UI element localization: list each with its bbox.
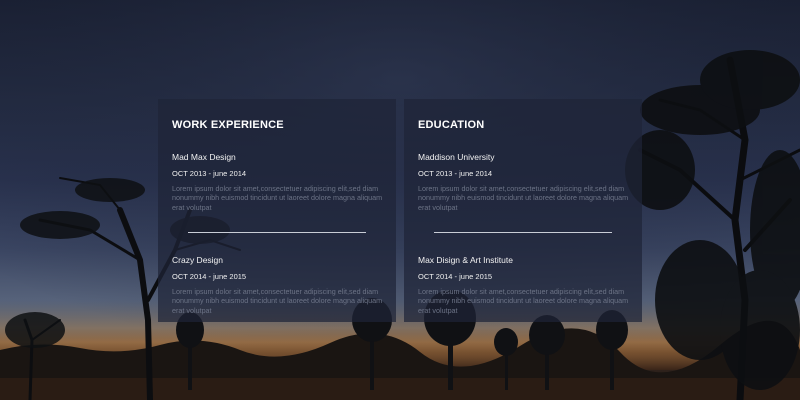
work-experience-panel: WORK EXPERIENCE Mad Max Design OCT 2013 …	[158, 99, 396, 322]
work-entry-period: OCT 2014 - june 2015	[172, 272, 247, 281]
work-entry: Mad Max Design OCT 2013 - june 2014 Lore…	[172, 152, 384, 212]
education-entry: Max Disign & Art Institute OCT 2014 - ju…	[418, 255, 630, 315]
resume-panels: WORK EXPERIENCE Mad Max Design OCT 2013 …	[158, 99, 642, 322]
work-experience-heading: WORK EXPERIENCE	[172, 119, 284, 131]
work-entry-description: Lorem ipsum dolor sit amet,consectetuer …	[172, 287, 383, 315]
education-entry-description: Lorem ipsum dolor sit amet,consectetuer …	[418, 287, 629, 315]
work-entry-company: Crazy Design	[172, 255, 224, 265]
section-divider	[188, 232, 366, 233]
work-entry-company: Mad Max Design	[172, 152, 236, 162]
education-panel: EDUCATION Maddison University OCT 2013 -…	[404, 99, 642, 322]
work-entry-description: Lorem ipsum dolor sit amet,consectetuer …	[172, 184, 383, 212]
work-entry: Crazy Design OCT 2014 - june 2015 Lorem …	[172, 255, 384, 315]
section-divider	[434, 232, 612, 233]
education-entry-period: OCT 2014 - june 2015	[418, 272, 493, 281]
education-entry-school: Maddison University	[418, 152, 495, 162]
education-entry-period: OCT 2013 - june 2014	[418, 169, 493, 178]
education-entry-school: Max Disign & Art Institute	[418, 255, 513, 265]
education-heading: EDUCATION	[418, 119, 485, 131]
education-entry: Maddison University OCT 2013 - june 2014…	[418, 152, 630, 212]
work-entry-period: OCT 2013 - june 2014	[172, 169, 247, 178]
education-entry-description: Lorem ipsum dolor sit amet,consectetuer …	[418, 184, 629, 212]
